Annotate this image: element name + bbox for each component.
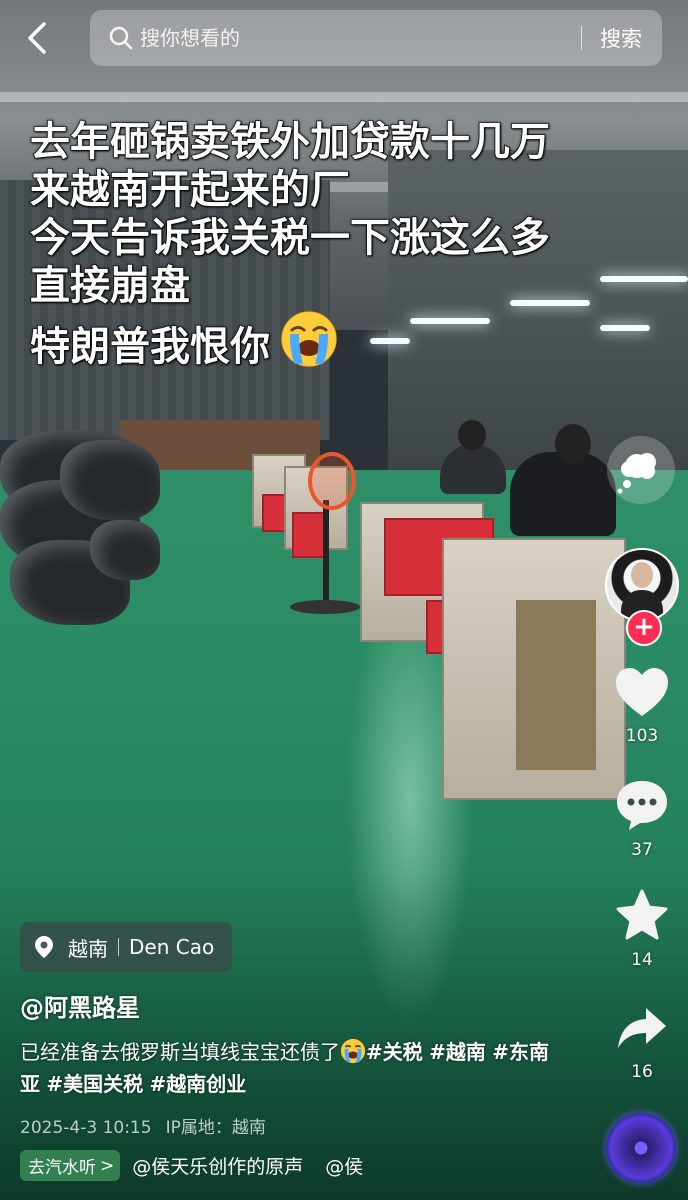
hashtag-link[interactable]: #美国关税 [46,1072,143,1096]
fan-pole [323,500,329,610]
crying-face-icon [340,1038,366,1064]
share-count: 16 [631,1062,653,1082]
comment-button[interactable]: 37 [604,778,680,860]
open-in-qishui-button[interactable]: 去汽水听 > [20,1150,121,1181]
qishui-label: 去汽水听 [28,1158,96,1178]
fan-base [290,600,360,614]
like-count: 103 [625,726,659,746]
chevron-right-icon: > [100,1155,115,1176]
machine-interior [516,600,596,770]
share-button[interactable]: 16 [604,1004,680,1082]
post-meta: 2025-4-3 10:15 IP属地：越南 [20,1113,266,1138]
avatar-face [631,562,653,588]
search-icon [109,26,133,50]
video-description: 已经准备去俄罗斯当填线宝宝还债了 #关税 #越南 #东南亚 #美国关税 #越南创… [20,1036,560,1100]
like-button[interactable]: 103 [604,666,680,746]
location-country: 越南 [68,936,108,961]
bag-pile [90,520,160,580]
caption-line: 来越南开起来的厂 [29,166,351,214]
chip-divider [118,938,119,956]
worker-head [458,420,486,450]
location-chip[interactable]: 越南 Den Cao [20,922,233,972]
worker [510,452,616,536]
follow-button[interactable]: + [626,610,662,646]
author-name[interactable]: @阿黑路星 [20,988,140,1023]
search-bar[interactable]: 搜索 [90,10,662,66]
caption-line: 直接崩盘 [29,262,191,310]
favorite-button[interactable]: 14 [604,888,680,970]
music-title[interactable]: @侯天乐创作的原声 [132,1152,303,1179]
description-text: 已经准备去俄罗斯当填线宝宝还债了 [20,1040,340,1064]
post-timestamp: 2025-4-3 10:15 [20,1118,152,1138]
location-place: Den Cao [129,935,215,959]
author-avatar-group[interactable]: + [605,548,679,648]
caption-line: 今天告诉我关税一下涨这么多 [29,214,551,262]
thought-bubble-icon [617,453,656,494]
bag-pile [60,440,160,520]
location-pin-icon [35,936,53,958]
search-button[interactable]: 搜索 [582,23,662,53]
comment-count: 37 [631,840,653,860]
search-input[interactable] [134,17,581,59]
ip-location: IP属地：越南 [165,1118,266,1138]
star-icon [616,889,668,940]
share-arrow-icon [618,1008,666,1048]
heart-icon [616,668,668,716]
favorite-count: 14 [631,950,653,970]
hashtag-link[interactable]: #越南创业 [149,1072,246,1096]
hashtag-link[interactable]: #关税 [366,1040,423,1064]
crying-face-icon [281,311,337,367]
hashtag-link[interactable]: #越南 [429,1040,486,1064]
caption-line: 特朗普我恨你 [29,323,271,371]
back-arrow-icon [28,22,46,54]
back-button[interactable] [18,18,58,58]
music-disc[interactable] [606,1113,676,1183]
caption-line: 去年砸锅卖铁外加贷款十几万 [29,118,551,166]
red-crate [292,512,326,558]
electric-fan [308,452,356,510]
music-author[interactable]: @侯 [325,1152,363,1179]
worker-head [555,424,591,464]
caption-line-last: 特朗普我恨你 [29,310,650,371]
comment-icon [617,781,667,830]
music-row[interactable]: 去汽水听 > @侯天乐创作的原声 @侯 [20,1150,363,1181]
chat-bubble-button[interactable] [607,436,675,504]
video-caption: 去年砸锅卖铁外加贷款十几万 来越南开起来的厂 今天告诉我关税一下涨这么多 直接崩… [29,118,650,371]
